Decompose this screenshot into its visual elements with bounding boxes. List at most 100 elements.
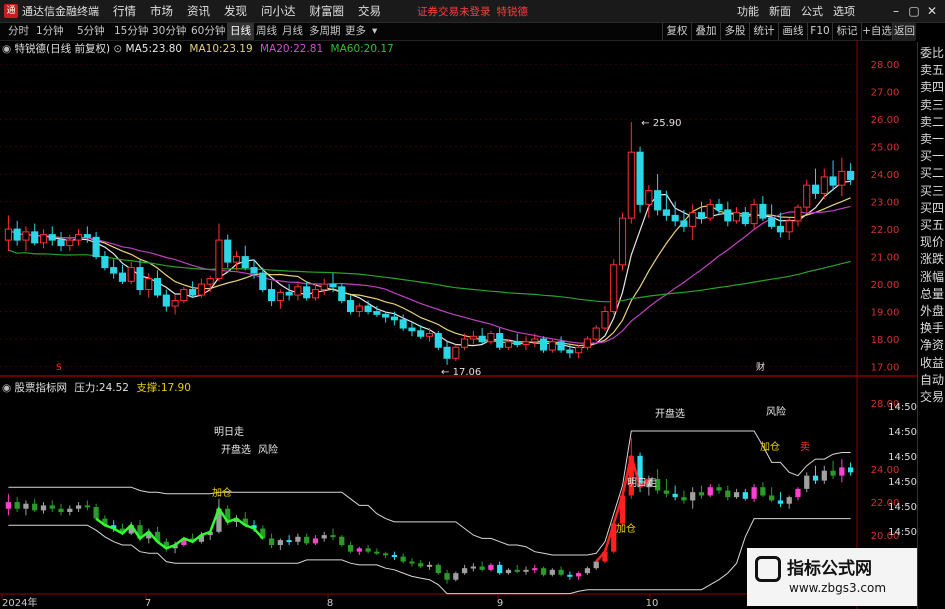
price-tick-label: 24.00	[871, 170, 900, 181]
sidebar-item-13[interactable]: 涨幅	[920, 270, 945, 285]
signal-bar	[304, 536, 310, 544]
menu-wealth[interactable]: 财富圈	[310, 3, 345, 19]
sidebar-item-8[interactable]: 买三	[920, 184, 945, 199]
signal-bar	[32, 503, 38, 511]
tab-30min[interactable]: 30分钟	[152, 23, 186, 40]
sidebar-item-19[interactable]: 自动	[920, 373, 945, 388]
menu-market[interactable]: 市场	[150, 3, 173, 19]
candle-body	[303, 286, 311, 299]
chevron-down-icon[interactable]: ▾	[372, 23, 377, 40]
candle-body	[697, 212, 706, 219]
candle-body	[548, 341, 556, 351]
sidebar-item-18[interactable]: 收益	[920, 356, 945, 371]
tool-add-watchlist-button[interactable]: +自选	[861, 23, 892, 40]
price-tick-label: 22.00	[871, 225, 900, 236]
tab-15min[interactable]: 15分钟	[114, 23, 148, 40]
candle-body	[645, 190, 653, 205]
collapse-icon[interactable]: ◉	[2, 43, 11, 55]
signal-bar	[567, 574, 573, 577]
signal-bar	[549, 569, 555, 575]
signal-bar	[593, 561, 599, 569]
tool-overlay-button[interactable]: 叠加	[691, 23, 720, 40]
signal-bar	[698, 492, 705, 496]
tab-5min[interactable]: 5分钟	[77, 23, 105, 40]
tool-back-button[interactable]: 返回	[892, 23, 916, 40]
tab-60min[interactable]: 60分钟	[191, 23, 225, 40]
tab-1min[interactable]: 1分钟	[36, 23, 64, 40]
sidebar-item-16[interactable]: 换手	[920, 321, 945, 336]
maximize-icon[interactable]: ▢	[905, 4, 923, 18]
tool-multi-stock-button[interactable]: 多股	[720, 23, 749, 40]
signal-bar	[49, 505, 55, 509]
kline-chart[interactable]: 28.00 27.00 26.00 25.00 24.00 23.00 22.00 21.00…	[0, 40, 917, 609]
menu-discover[interactable]: 发现	[224, 3, 247, 19]
menu-formula[interactable]: 公式	[801, 3, 823, 19]
tool-draw-button[interactable]: 画线	[778, 23, 807, 40]
sidebar-item-12[interactable]: 涨跌	[920, 252, 945, 267]
ma20-value: 22.81	[293, 43, 324, 55]
time-tick-label: 14:50	[888, 527, 917, 538]
sidebar-item-6[interactable]: 买一	[920, 149, 945, 164]
signal-bar	[23, 503, 29, 509]
candle-body	[741, 212, 749, 225]
signal-bar	[847, 467, 854, 473]
candle-body	[285, 291, 293, 296]
menu-news[interactable]: 资讯	[187, 3, 210, 19]
tool-mark-button[interactable]: 标记	[832, 23, 861, 40]
sidebar-item-14[interactable]: 总量	[920, 287, 945, 302]
collapse-sub-icon[interactable]: ◉	[2, 382, 11, 394]
candle-body	[829, 176, 837, 186]
menu-trade[interactable]: 交易	[358, 3, 381, 19]
minimize-icon[interactable]: –	[887, 4, 905, 18]
sidebar-item-3[interactable]: 卖三	[920, 98, 945, 113]
settings-dot-icon[interactable]: ⊙	[113, 43, 122, 55]
menu-ask[interactable]: 问小达	[261, 3, 296, 19]
sidebar-item-11[interactable]: 现价	[920, 235, 945, 250]
tab-monthly[interactable]: 月线	[282, 23, 303, 40]
signal-label: 明日走	[214, 426, 244, 438]
sidebar-item-9[interactable]: 买四	[920, 201, 945, 216]
candle-body	[329, 283, 337, 288]
candle-body	[110, 267, 118, 274]
sidebar-item-1[interactable]: 卖五	[920, 63, 945, 78]
candle-body	[355, 305, 363, 313]
tab-daily[interactable]: 日线	[227, 23, 254, 40]
tab-multi-period[interactable]: 多周期	[309, 23, 341, 40]
tool-adjust-button[interactable]: 复权	[662, 23, 691, 40]
candle-body	[294, 286, 302, 296]
tool-f10-button[interactable]: F10	[807, 23, 832, 40]
pressure-line	[8, 430, 851, 556]
tab-more[interactable]: 更多	[345, 23, 366, 40]
sidebar-item-15[interactable]: 外盘	[920, 304, 945, 319]
sidebar-item-5[interactable]: 卖一	[920, 132, 945, 147]
candle-body	[601, 311, 609, 329]
signal-bar	[426, 564, 433, 567]
close-icon[interactable]: ✕	[923, 4, 941, 18]
menu-function[interactable]: 功能	[737, 3, 759, 19]
signal-bar	[488, 564, 494, 570]
candle-body	[803, 184, 811, 208]
sidebar-item-10[interactable]: 买五	[920, 218, 945, 233]
tool-stats-button[interactable]: 统计	[749, 23, 778, 40]
menu-new-page[interactable]: 新面	[769, 3, 791, 19]
tab-timeshare[interactable]: 分时	[8, 23, 29, 40]
candle-body	[434, 333, 442, 348]
candle-body	[92, 236, 100, 258]
sidebar-item-20[interactable]: 交易	[920, 390, 945, 405]
login-notice[interactable]: 证券交易未登录	[417, 4, 491, 19]
sidebar-item-2[interactable]: 卖四	[920, 80, 945, 95]
candle-body	[575, 346, 583, 354]
candle-body	[118, 272, 127, 282]
sidebar-item-0[interactable]: 委比	[920, 46, 945, 61]
candle-body	[706, 203, 714, 219]
candle-body	[522, 341, 530, 346]
sidebar-item-7[interactable]: 买二	[920, 166, 945, 181]
sidebar-item-4[interactable]: 卖二	[920, 115, 945, 130]
tab-weekly[interactable]: 周线	[256, 23, 277, 40]
sidebar-item-17[interactable]: 净资	[920, 338, 945, 353]
signal-bar	[690, 492, 696, 501]
menu-options[interactable]: 选项	[833, 3, 855, 19]
candle-body	[461, 338, 469, 348]
signal-bar	[514, 569, 520, 572]
menu-quotes[interactable]: 行情	[113, 3, 136, 19]
